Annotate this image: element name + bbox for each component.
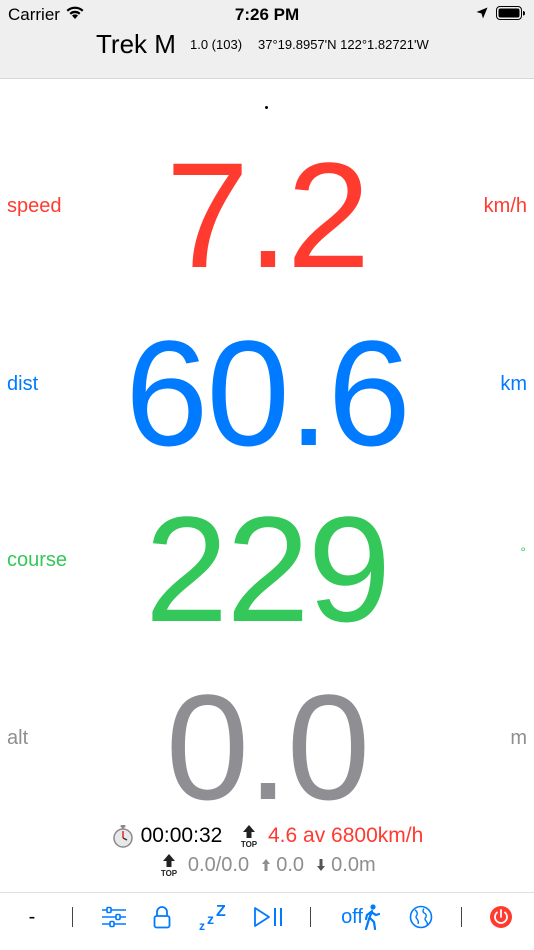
- course-value: 229: [144, 485, 391, 653]
- elapsed-timer: 00:00:32: [140, 824, 223, 848]
- minus-button[interactable]: -: [22, 903, 42, 931]
- settings-button[interactable]: [100, 903, 128, 931]
- stats-line-altitude: TOP 0.0/0.0 0.0 0.0m: [0, 853, 534, 878]
- walk-icon: [364, 904, 381, 930]
- svg-text:TOP: TOP: [161, 869, 178, 877]
- app-title: Trek M: [96, 29, 176, 59]
- speed-value: 7.2: [165, 131, 371, 299]
- power-button[interactable]: [488, 903, 514, 931]
- toolbar-divider: [461, 907, 462, 927]
- status-bar: Carrier 7:26 PM: [0, 0, 534, 28]
- climb-value: 0.0: [276, 853, 305, 876]
- toolbar-divider: [72, 907, 73, 927]
- course-unit: °: [520, 544, 526, 560]
- top-altitude-value: 0.0/0.0: [187, 853, 250, 876]
- play-pause-icon: [254, 907, 282, 927]
- distance-unit: km: [500, 373, 527, 395]
- bottom-toolbar: - z z Z off: [0, 892, 534, 950]
- coordinates-label: 37°19.8957'N 122°1.82721'W: [258, 37, 429, 52]
- version-label: 1.0 (103): [190, 37, 243, 52]
- top-speed-icon: TOP: [241, 825, 258, 848]
- altitude-unit: m: [510, 727, 527, 749]
- battery-icon: [496, 6, 525, 20]
- altitude-value: 0.0: [165, 663, 371, 831]
- clock: 7:26 PM: [234, 5, 300, 24]
- map-button[interactable]: [408, 903, 434, 931]
- svg-text:Z: Z: [216, 903, 226, 920]
- svg-text:z: z: [207, 911, 214, 927]
- toolbar-divider: [310, 907, 311, 927]
- stats-line-timer: 00:00:32 TOP 4.6 av 6800km/h: [0, 824, 534, 848]
- descent-value: 0.0m: [331, 853, 376, 876]
- location-arrow-icon: [476, 7, 488, 19]
- distance-value: 60.6: [125, 309, 411, 477]
- svg-text:z: z: [199, 919, 205, 932]
- top-altitude-icon: TOP: [161, 854, 178, 877]
- climb-arrow-icon: [261, 859, 270, 871]
- svg-text:TOP: TOP: [241, 840, 258, 848]
- gps-indicator-dot: [265, 106, 268, 109]
- lock-button[interactable]: [150, 903, 174, 931]
- settings-sliders-icon: [102, 906, 126, 928]
- lock-icon: [153, 906, 171, 929]
- app-header: Trek M 1.0 (103) 37°19.8957'N 122°1.8272…: [0, 28, 534, 79]
- power-icon: [490, 906, 512, 928]
- top-speed-value: 4.6 av 6800km/h: [268, 824, 424, 848]
- sleep-button[interactable]: z z Z: [198, 903, 228, 932]
- globe-icon: [409, 905, 433, 929]
- sleep-zzz-icon: z z Z: [199, 903, 226, 932]
- walk-mode-toggle[interactable]: off: [336, 903, 386, 931]
- walk-mode-label: off: [341, 905, 363, 928]
- stopwatch-icon: [112, 825, 133, 849]
- descent-arrow-icon: [316, 859, 325, 871]
- play-pause-button[interactable]: [252, 903, 286, 931]
- speed-unit: km/h: [483, 195, 527, 217]
